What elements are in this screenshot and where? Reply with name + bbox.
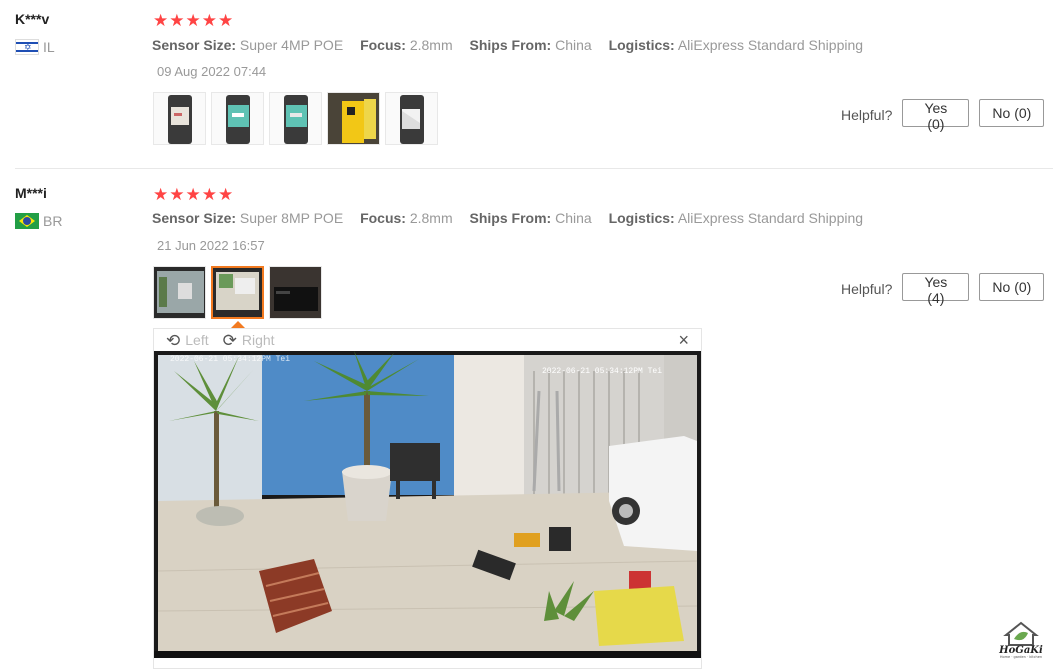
- attr-key: Focus:: [360, 210, 406, 226]
- star-icon: ★: [218, 11, 234, 30]
- review-photo-thumb[interactable]: [269, 92, 322, 145]
- review-photo-large: 2022-06-21 05:34:12PM Tei 2022-06-21 05:…: [154, 351, 701, 658]
- hogaki-logo: HoGaKi Home · garden · kitchen: [998, 615, 1044, 659]
- rotate-right-icon: ⟳: [222, 330, 237, 350]
- reviewer-country: ✡ IL: [15, 39, 55, 55]
- reviewer-name: M***i: [15, 185, 47, 201]
- attr-key: Logistics:: [608, 37, 675, 53]
- country-code: BR: [43, 213, 63, 229]
- helpful-no-button[interactable]: No (0): [979, 99, 1045, 127]
- star-icon: ★: [185, 185, 201, 204]
- rotate-left-label: Left: [185, 332, 209, 348]
- logo-tagline: Home · garden · kitchen: [1000, 655, 1042, 659]
- review-photo-thumb[interactable]: [327, 92, 380, 145]
- attr-key: Ships From:: [469, 210, 552, 226]
- helpful-label: Helpful?: [841, 107, 893, 123]
- viewer-toolbar: ⟲ Left ⟳ Right ×: [154, 329, 701, 351]
- review-photo-thumb[interactable]: [153, 266, 206, 319]
- rotate-right-label: Right: [241, 332, 275, 348]
- star-icon: ★: [153, 185, 169, 204]
- attr-value: AliExpress Standard Shipping: [677, 210, 864, 226]
- helpful-vote: Helpful? Yes (0) No (0): [841, 99, 1045, 132]
- helpful-label: Helpful?: [841, 281, 893, 297]
- review-photo-thumb[interactable]: [385, 92, 438, 145]
- close-icon[interactable]: ×: [678, 331, 689, 349]
- review-photo-thumb[interactable]: [153, 92, 206, 145]
- country-code: IL: [43, 39, 55, 55]
- attr-value: China: [555, 37, 592, 53]
- helpful-yes-button[interactable]: Yes (4): [902, 273, 970, 306]
- attr-key: Focus:: [360, 37, 406, 53]
- product-attributes: Sensor Size: Super 4MP POE Focus: 2.8mm …: [152, 37, 876, 53]
- viewer-pointer: [231, 321, 245, 328]
- star-rating: ★ ★ ★ ★ ★: [153, 12, 233, 29]
- svg-text:2022-06-21 05:34:12PM Tei: 2022-06-21 05:34:12PM Tei: [170, 355, 290, 364]
- brazil-flag-icon: [15, 213, 39, 229]
- review-divider: [15, 168, 1053, 169]
- review-photo-thumb-active[interactable]: [211, 266, 264, 319]
- rotate-left-icon: ⟲: [166, 330, 181, 350]
- review-date: 09 Aug 2022 07:44: [157, 64, 267, 79]
- photo-viewer: ⟲ Left ⟳ Right × 2022-06-21 05:34:12PM T…: [153, 328, 702, 669]
- attr-key: Ships From:: [469, 37, 552, 53]
- review-date: 21 Jun 2022 16:57: [157, 238, 265, 253]
- review-photos: [153, 92, 438, 145]
- star-icon: ★: [201, 185, 217, 204]
- attr-key: Sensor Size:: [152, 37, 237, 53]
- attr-value: Super 4MP POE: [239, 37, 344, 53]
- star-rating: ★ ★ ★ ★ ★: [153, 186, 233, 203]
- attr-value: Super 8MP POE: [239, 210, 344, 226]
- star-icon: ★: [218, 185, 234, 204]
- rotate-left-button[interactable]: ⟲ Left: [166, 332, 209, 349]
- product-attributes: Sensor Size: Super 8MP POE Focus: 2.8mm …: [152, 210, 876, 226]
- helpful-yes-button[interactable]: Yes (0): [902, 99, 970, 132]
- star-icon: ★: [201, 11, 217, 30]
- attr-value: 2.8mm: [409, 210, 453, 226]
- israel-flag-icon: ✡: [15, 39, 39, 55]
- reviewer-country: BR: [15, 213, 62, 229]
- helpful-no-button[interactable]: No (0): [979, 273, 1045, 301]
- rotate-right-button[interactable]: ⟳ Right: [223, 332, 275, 349]
- attr-key: Logistics:: [608, 210, 675, 226]
- helpful-vote: Helpful? Yes (4) No (0): [841, 273, 1045, 306]
- review-photo-thumb[interactable]: [211, 92, 264, 145]
- review-photos: [153, 266, 322, 319]
- reviewer-name: K***v: [15, 11, 50, 27]
- attr-value: China: [555, 210, 592, 226]
- attr-value: AliExpress Standard Shipping: [677, 37, 864, 53]
- star-icon: ★: [169, 185, 185, 204]
- star-icon: ★: [169, 11, 185, 30]
- camera-timestamp: 2022-06-21 05:34:12PM Tei: [542, 367, 662, 376]
- attr-value: 2.8mm: [409, 37, 453, 53]
- review-photo-thumb[interactable]: [269, 266, 322, 319]
- star-icon: ★: [185, 11, 201, 30]
- star-icon: ★: [153, 11, 169, 30]
- attr-key: Sensor Size:: [152, 210, 237, 226]
